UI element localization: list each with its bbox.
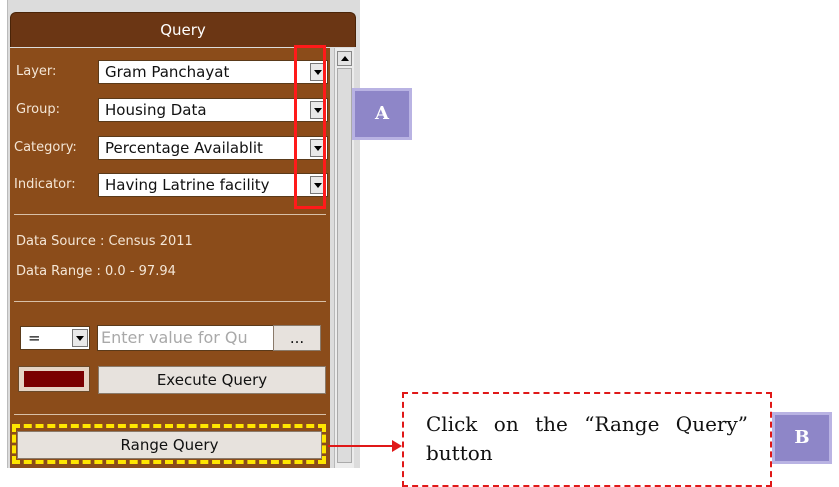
group-label: Group: (16, 102, 60, 117)
data-source-text: Data Source : Census 2011 (16, 234, 193, 249)
divider (14, 301, 326, 302)
group-select-value: Housing Data (105, 101, 207, 119)
highlight-range-query (12, 424, 326, 464)
color-picker[interactable] (18, 366, 90, 392)
callout-arrow-head (392, 440, 402, 452)
data-range-text: Data Range : 0.0 - 97.94 (16, 264, 176, 279)
layer-select-value: Gram Panchayat (105, 63, 230, 81)
instruction-note: Click on the “Range Query” button (402, 392, 772, 487)
scroll-up-icon[interactable] (337, 51, 352, 66)
operator-select-value: = (28, 329, 41, 347)
chevron-down-icon[interactable] (72, 329, 88, 347)
callout-arrow-line (328, 445, 393, 447)
operator-select[interactable]: = (20, 326, 90, 350)
divider (14, 414, 326, 415)
query-value-input[interactable]: Enter value for Qu (97, 325, 275, 351)
layer-label: Layer: (16, 64, 57, 79)
color-swatch (24, 371, 84, 387)
scroll-thumb[interactable] (337, 68, 352, 463)
highlight-dropdown-arrows (294, 45, 326, 209)
browse-button[interactable]: ... (273, 325, 321, 351)
indicator-select-value: Having Latrine facility (105, 176, 270, 194)
divider (14, 214, 326, 215)
vertical-scrollbar[interactable] (334, 48, 354, 468)
category-label: Category: (14, 140, 77, 155)
query-panel-header: Query (10, 12, 356, 47)
category-select-value: Percentage Availablit (105, 139, 263, 157)
annotation-tag-a: A (352, 88, 412, 140)
indicator-label: Indicator: (14, 177, 76, 192)
execute-query-button[interactable]: Execute Query (98, 366, 326, 394)
annotation-tag-b: B (772, 412, 832, 464)
